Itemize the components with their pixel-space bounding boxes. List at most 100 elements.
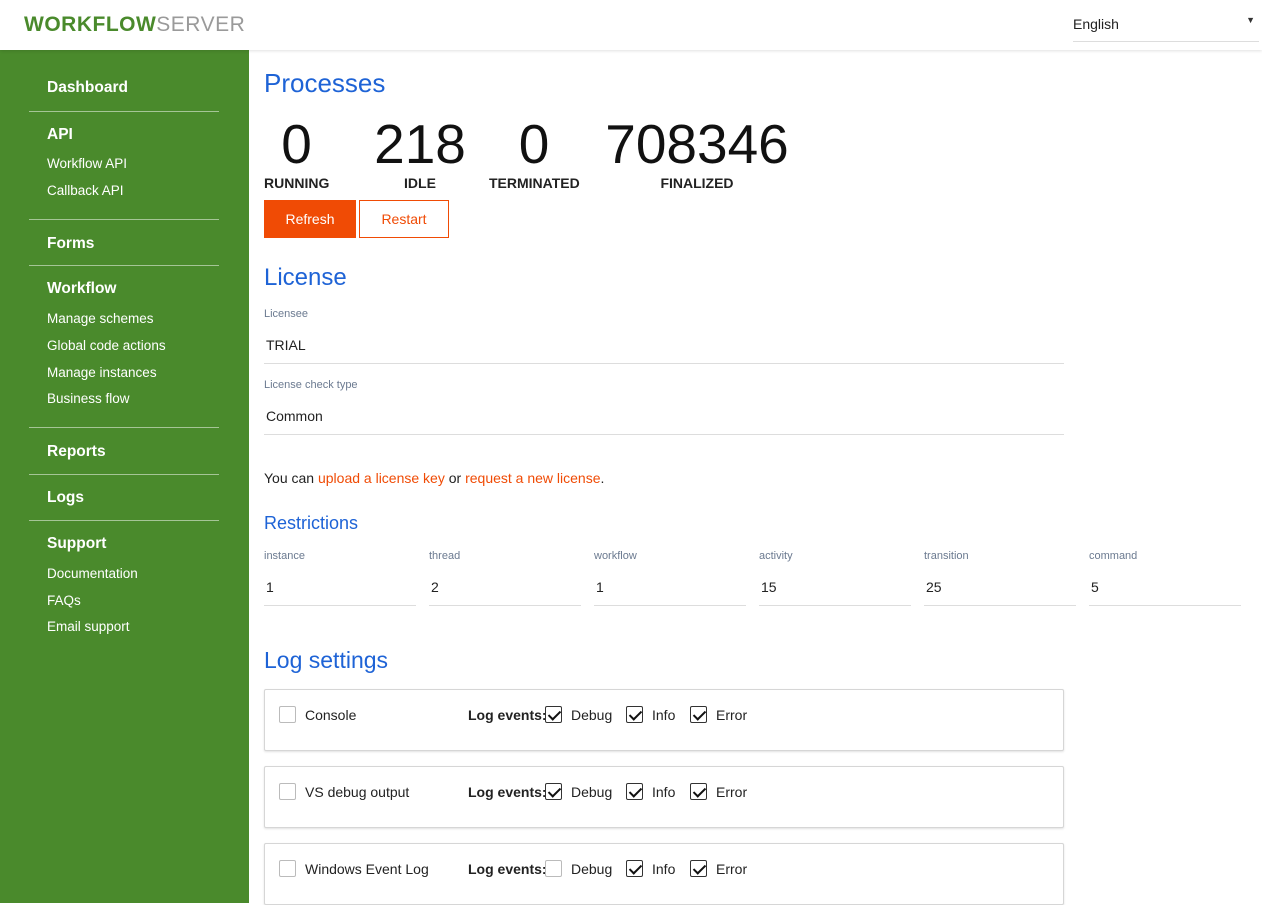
log-target-name: VS debug output — [305, 784, 410, 800]
top-header: WORKFLOWSERVER English ▼ — [0, 0, 1262, 50]
debug-checkbox[interactable] — [545, 706, 562, 723]
license-check-type-field[interactable]: Common — [266, 408, 323, 424]
info-checkbox[interactable] — [626, 860, 643, 877]
info-checkbox[interactable] — [626, 783, 643, 800]
log-target-card: VS debug output Log events: Debug Info E… — [264, 766, 1064, 828]
sidebar-item-api[interactable]: API — [47, 126, 73, 144]
windows-event-log-enable-checkbox[interactable] — [279, 860, 296, 877]
sidebar-item-faqs[interactable]: FAQs — [47, 593, 81, 608]
restriction-label: workflow — [594, 550, 637, 562]
chevron-down-icon: ▼ — [1246, 15, 1255, 25]
sidebar-item-business-flow[interactable]: Business flow — [47, 391, 130, 406]
debug-label: Debug — [571, 784, 613, 800]
sidebar-item-manage-instances[interactable]: Manage instances — [47, 365, 157, 380]
log-events-label: Log events: — [468, 707, 547, 723]
field-underline — [1089, 605, 1241, 606]
sidebar-divider — [29, 265, 219, 266]
license-title: License — [264, 264, 347, 291]
sidebar-item-callback-api[interactable]: Callback API — [47, 183, 124, 198]
sidebar-divider — [29, 427, 219, 428]
stat-value: 0 — [518, 113, 550, 175]
note-middle: or — [444, 470, 466, 486]
licensee-field[interactable]: TRIAL — [266, 337, 306, 353]
stat-running: 0 RUNNING — [264, 116, 329, 191]
field-underline — [264, 605, 416, 606]
note-prefix: You can — [264, 470, 318, 486]
restriction-label: activity — [759, 550, 793, 562]
restriction-label: thread — [429, 550, 461, 562]
sidebar-item-email-support[interactable]: Email support — [47, 619, 130, 634]
restriction-value[interactable]: 1 — [596, 579, 604, 595]
sidebar: Dashboard API Workflow API Callback API … — [0, 50, 249, 903]
sidebar-item-workflow-api[interactable]: Workflow API — [47, 156, 127, 171]
field-underline — [264, 363, 1064, 364]
field-underline — [429, 605, 581, 606]
log-events-label: Log events: — [468, 861, 547, 877]
refresh-button[interactable]: Refresh — [264, 200, 356, 238]
info-label: Info — [652, 784, 676, 800]
licensee-label: Licensee — [264, 308, 309, 320]
info-label: Info — [652, 707, 676, 723]
info-checkbox[interactable] — [626, 706, 643, 723]
restriction-value[interactable]: 2 — [431, 579, 439, 595]
sidebar-divider — [29, 520, 219, 521]
sidebar-item-logs[interactable]: Logs — [47, 489, 84, 507]
vs-debug-enable-checkbox[interactable] — [279, 783, 296, 800]
sidebar-item-workflow[interactable]: Workflow — [47, 280, 116, 298]
restrictions-title: Restrictions — [264, 513, 359, 533]
restart-button[interactable]: Restart — [359, 200, 449, 238]
request-license-link[interactable]: request a new license — [465, 470, 600, 486]
error-checkbox[interactable] — [690, 783, 707, 800]
sidebar-item-manage-schemes[interactable]: Manage schemes — [47, 311, 154, 326]
debug-checkbox[interactable] — [545, 783, 562, 800]
sidebar-item-global-code-actions[interactable]: Global code actions — [47, 338, 166, 353]
restriction-value[interactable]: 25 — [926, 579, 942, 595]
field-underline — [594, 605, 746, 606]
sidebar-item-reports[interactable]: Reports — [47, 443, 106, 461]
error-checkbox[interactable] — [690, 860, 707, 877]
license-note: You can upload a license key or request … — [264, 470, 604, 486]
restriction-label: transition — [924, 550, 969, 562]
info-label: Info — [652, 861, 676, 877]
field-underline — [924, 605, 1076, 606]
sidebar-item-documentation[interactable]: Documentation — [47, 566, 138, 581]
debug-checkbox[interactable] — [545, 860, 562, 877]
log-events-label: Log events: — [468, 784, 547, 800]
console-enable-checkbox[interactable] — [279, 706, 296, 723]
stat-value: 708346 — [605, 113, 789, 175]
sidebar-divider — [29, 111, 219, 112]
license-check-type-label: License check type — [264, 379, 358, 391]
field-underline — [264, 434, 1064, 435]
error-checkbox[interactable] — [690, 706, 707, 723]
restriction-label: instance — [264, 550, 305, 562]
log-target-card: Windows Event Log Log events: Debug Info… — [264, 843, 1064, 905]
processes-title: Processes — [264, 68, 386, 98]
stat-value: 218 — [374, 113, 466, 175]
stat-label: FINALIZED — [660, 175, 734, 191]
error-label: Error — [716, 861, 748, 877]
restriction-value[interactable]: 1 — [266, 579, 274, 595]
note-suffix: . — [600, 470, 605, 486]
error-label: Error — [716, 707, 748, 723]
log-target-name: Windows Event Log — [305, 861, 429, 877]
stat-label: IDLE — [404, 175, 436, 191]
restriction-value[interactable]: 5 — [1091, 579, 1099, 595]
sidebar-divider — [29, 219, 219, 220]
debug-label: Debug — [571, 861, 613, 877]
main-content: Processes 0 RUNNING 218 IDLE 0 TERMINATE… — [249, 50, 1262, 905]
logo-strong: WORKFLOW — [24, 13, 157, 36]
sidebar-item-support[interactable]: Support — [47, 535, 106, 553]
stat-idle: 218 IDLE — [370, 116, 470, 191]
log-target-name: Console — [305, 707, 357, 723]
stat-label: TERMINATED — [489, 175, 580, 191]
upload-license-link[interactable]: upload a license key — [318, 470, 445, 486]
sidebar-item-forms[interactable]: Forms — [47, 235, 94, 253]
language-select[interactable]: English ▼ — [1073, 8, 1259, 42]
debug-label: Debug — [571, 707, 613, 723]
restriction-value[interactable]: 15 — [761, 579, 777, 595]
app-logo[interactable]: WORKFLOWSERVER — [24, 13, 245, 37]
sidebar-item-dashboard[interactable]: Dashboard — [47, 79, 128, 97]
log-target-card: Console Log events: Debug Info Error — [264, 689, 1064, 751]
stat-finalized: 708346 FINALIZED — [597, 116, 797, 191]
stat-terminated: 0 TERMINATED — [489, 113, 580, 191]
